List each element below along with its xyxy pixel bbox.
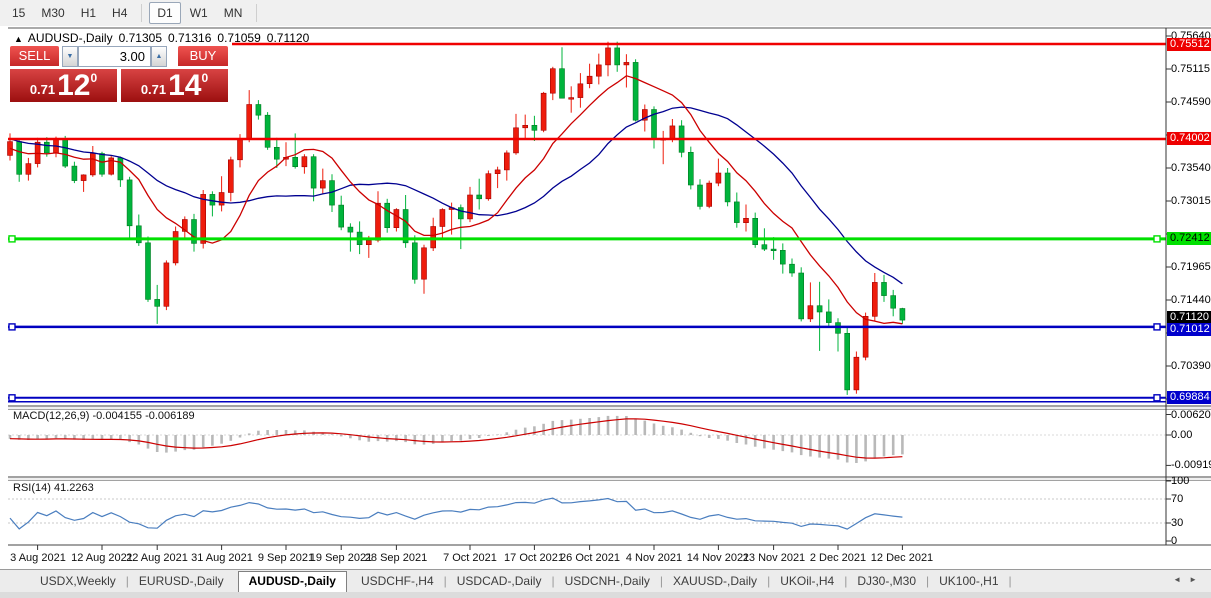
- chart-tab-ukoil-h4[interactable]: UKOil-,H4: [770, 571, 844, 592]
- sell-price-prefix: 0.71: [30, 82, 55, 97]
- one-click-trade-panel: SELL ▼ ▲ BUY 0.71 12 0 0.71 14 0: [10, 46, 228, 102]
- macd-tick-label: 0.006201: [1171, 409, 1211, 421]
- buy-price-box[interactable]: 0.71 14 0: [121, 69, 228, 102]
- buy-price-pips: 14: [168, 71, 201, 101]
- price-tick-label: 0.73540: [1171, 162, 1211, 174]
- chart-tab-audusd-daily[interactable]: AUDUSD-,Daily: [238, 571, 347, 592]
- macd-label: MACD(12,26,9) -0.004155 -0.006189: [13, 410, 195, 422]
- macd-main-value: -0.004155: [92, 410, 142, 422]
- chart-tab-bar: USDX,Weekly|EURUSD-,DailyAUDUSD-,DailyUS…: [0, 569, 1211, 592]
- date-tick-label: 7 Oct 2021: [435, 552, 505, 564]
- date-tick-label: 12 Dec 2021: [867, 552, 937, 564]
- macd-signal-value: -0.006189: [145, 410, 195, 422]
- buy-price-point: 0: [202, 71, 209, 85]
- price-level-label: 0.71012: [1167, 323, 1211, 336]
- buy-button[interactable]: BUY: [178, 46, 228, 68]
- price-level-label: 0.72412: [1167, 232, 1211, 245]
- chart-tab-eurusd-daily[interactable]: EURUSD-,Daily: [129, 571, 234, 592]
- buy-price-prefix: 0.71: [141, 82, 166, 97]
- volume-increase-button[interactable]: ▲: [151, 46, 167, 67]
- price-level-label: 0.69884: [1167, 391, 1211, 404]
- date-tick-label: 3 Aug 2021: [3, 552, 73, 564]
- chart-tab-usdx-weekly[interactable]: USDX,Weekly: [30, 571, 126, 592]
- date-tick-label: 22 Aug 2021: [122, 552, 192, 564]
- price-tick-label: 0.70390: [1171, 360, 1211, 372]
- date-tick-label: 23 Nov 2021: [739, 552, 809, 564]
- chart-tab-uk100-h1[interactable]: UK100-,H1: [929, 571, 1008, 592]
- rsi-tick-label: 70: [1171, 493, 1211, 505]
- rsi-tick-label: 100: [1171, 475, 1211, 487]
- chart-tab-usdchf-h4[interactable]: USDCHF-,H4: [351, 571, 444, 592]
- date-tick-label: 4 Nov 2021: [619, 552, 689, 564]
- price-tick-label: 0.74590: [1171, 96, 1211, 108]
- chart-tab-usdcad-daily[interactable]: USDCAD-,Daily: [447, 571, 552, 592]
- ohlc-high: 0.71316: [168, 31, 211, 45]
- rsi-value: 41.2263: [54, 482, 94, 494]
- tab-scroll-right-icon[interactable]: ►: [1189, 575, 1205, 584]
- tab-separator: |: [1009, 574, 1012, 592]
- chart-tab-xauusd-daily[interactable]: XAUUSD-,Daily: [663, 571, 767, 592]
- rsi-label: RSI(14) 41.2263: [13, 482, 94, 494]
- price-tick-label: 0.73015: [1171, 195, 1211, 207]
- price-level-label: 0.74002: [1167, 132, 1211, 145]
- sell-price-point: 0: [91, 71, 98, 85]
- macd-tick-label: 0.00: [1171, 429, 1211, 441]
- ohlc-open: 0.71305: [119, 31, 162, 45]
- price-tick-label: 0.71440: [1171, 294, 1211, 306]
- date-tick-label: 28 Sep 2021: [361, 552, 431, 564]
- chart-tab-dj30-m30[interactable]: DJ30-,M30: [847, 571, 926, 592]
- sell-price-box[interactable]: 0.71 12 0: [10, 69, 117, 102]
- date-tick-label: 2 Dec 2021: [803, 552, 873, 564]
- symbol-collapse-icon[interactable]: ▲: [14, 34, 23, 44]
- tab-scroll-left-icon[interactable]: ◄: [1173, 575, 1189, 584]
- macd-tick-label: -0.009197: [1171, 459, 1211, 471]
- price-tick-label: 0.71965: [1171, 261, 1211, 273]
- price-level-label: 0.75512: [1167, 38, 1211, 51]
- volume-decrease-button[interactable]: ▼: [62, 46, 78, 67]
- tab-scroll-arrows[interactable]: ◄►: [1173, 575, 1205, 584]
- sell-button[interactable]: SELL: [10, 46, 59, 68]
- symbol-name: AUDUSD-,Daily: [28, 31, 113, 45]
- ohlc-close: 0.71120: [267, 31, 310, 45]
- date-tick-label: 31 Aug 2021: [187, 552, 257, 564]
- rsi-tick-label: 30: [1171, 517, 1211, 529]
- rsi-tick-label: 0: [1171, 535, 1211, 547]
- volume-input[interactable]: [78, 46, 151, 67]
- sell-price-pips: 12: [57, 71, 90, 101]
- ohlc-low: 0.71059: [217, 31, 260, 45]
- date-tick-label: 26 Oct 2021: [555, 552, 625, 564]
- chart-title: ▲ AUDUSD-,Daily 0.71305 0.71316 0.71059 0.711…: [14, 31, 315, 45]
- chart-tab-usdcnh-daily[interactable]: USDCNH-,Daily: [555, 571, 660, 592]
- price-tick-label: 0.75115: [1171, 63, 1211, 75]
